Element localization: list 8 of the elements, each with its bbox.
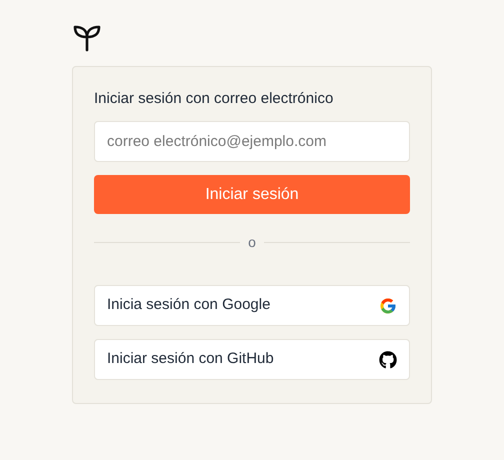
provider-sign-in-button[interactable]: Inicia sesión con Google [94,285,410,326]
sprout-logo-icon [72,24,102,52]
provider-sign-in-button[interactable]: Iniciar sesión con GitHub [94,339,410,380]
divider-text: o [248,234,256,250]
email-field[interactable]: correo electrónico@ejemplo.com [94,121,410,162]
github-icon [379,350,397,368]
google-icon [379,296,397,314]
form-heading: Iniciar sesión con correo electrónico [94,89,334,109]
